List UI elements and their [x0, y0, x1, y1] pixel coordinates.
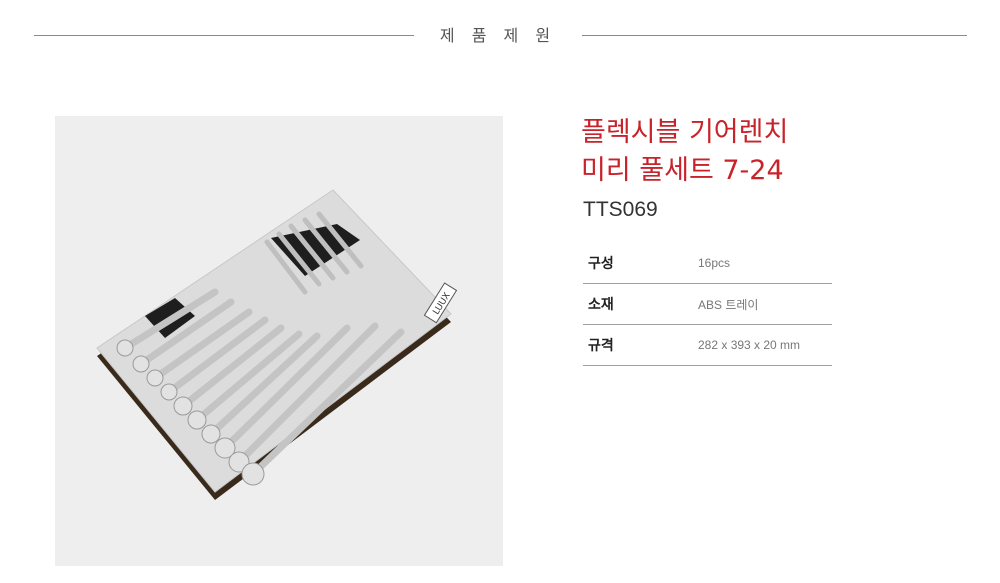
product-title: 플렉시블 기어렌치 미리 풀세트 7-24 [581, 114, 788, 190]
spec-value: 16pcs [698, 256, 731, 270]
spec-label: 구성 [588, 256, 614, 272]
spec-row: 소재 ABS 트레이 [583, 284, 832, 325]
section-title: 제 품 제 원 [439, 26, 557, 45]
spec-table: 구성 16pcs 소재 ABS 트레이 규격 282 x 393 x 20 mm [583, 243, 832, 366]
product-title-line2: 미리 풀세트 7-24 [581, 155, 784, 186]
header-divider-left [34, 35, 414, 36]
spec-value: ABS 트레이 [698, 297, 759, 312]
model-number: TTS069 [583, 198, 658, 221]
product-title-line1: 플렉시블 기어렌치 [581, 117, 789, 148]
spec-row: 규격 282 x 393 x 20 mm [583, 325, 832, 366]
spec-row: 구성 16pcs [583, 243, 832, 284]
header-divider-right [582, 35, 967, 36]
spec-value: 282 x 393 x 20 mm [698, 338, 801, 352]
spec-label: 규격 [588, 338, 614, 354]
wrench-set-tray-illustration: LUUX [96, 189, 458, 500]
product-photo: LUUX [55, 116, 503, 566]
spec-label: 소재 [588, 297, 614, 313]
